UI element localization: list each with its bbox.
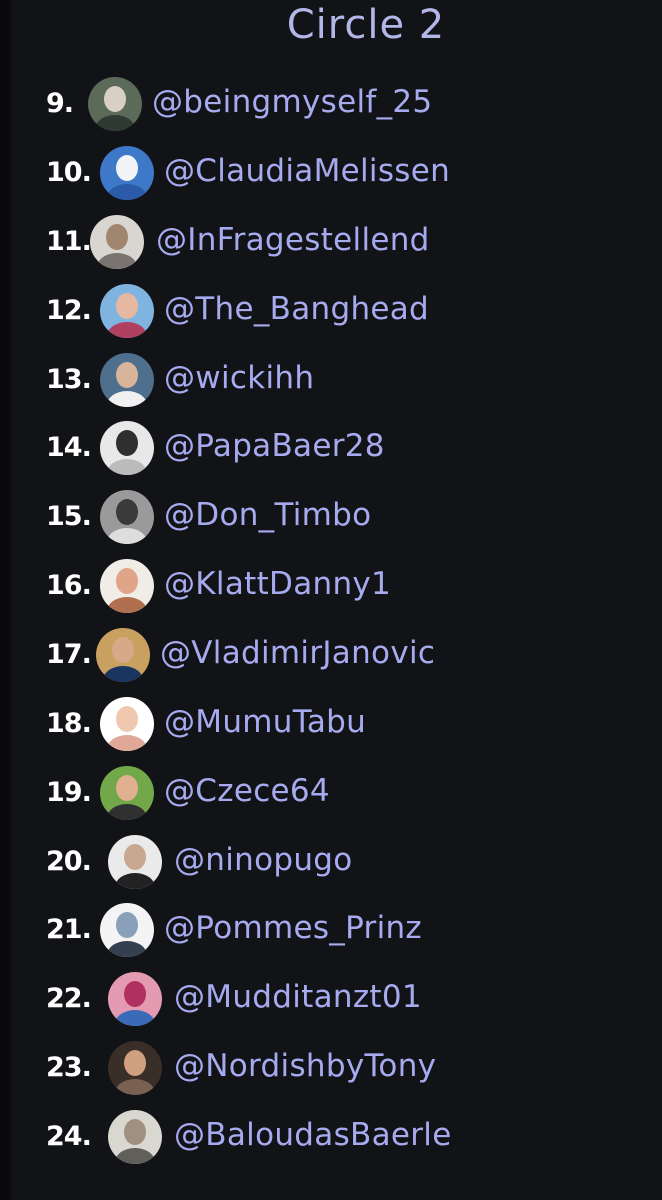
avatar-icon[interactable] bbox=[100, 766, 154, 820]
list-item[interactable]: 12. @The_Banghead bbox=[0, 281, 662, 341]
user-handle-link[interactable]: @Don_Timbo bbox=[164, 497, 371, 533]
avatar-icon[interactable] bbox=[100, 353, 154, 407]
user-handle-link[interactable]: @KlattDanny1 bbox=[164, 566, 391, 602]
list-item[interactable]: 19. @Czece64 bbox=[0, 763, 662, 823]
user-handle-link[interactable]: @PapaBaer28 bbox=[164, 428, 385, 464]
list-item[interactable]: 18. @MumuTabu bbox=[0, 694, 662, 754]
avatar-icon[interactable] bbox=[100, 490, 154, 544]
rank-number: 17. bbox=[46, 639, 92, 670]
list-item[interactable]: 23. @NordishbyTony bbox=[0, 1038, 662, 1098]
rank-number: 14. bbox=[46, 432, 92, 463]
avatar-icon[interactable] bbox=[108, 835, 162, 889]
list-item[interactable]: 21. @Pommes_Prinz bbox=[0, 900, 662, 960]
user-handle-link[interactable]: @Czece64 bbox=[164, 773, 330, 809]
list-item[interactable]: 17. @VladimirJanovic bbox=[0, 625, 662, 685]
user-handle-link[interactable]: @wickihh bbox=[164, 360, 314, 396]
user-handle-link[interactable]: @ninopugo bbox=[174, 842, 353, 878]
rank-number: 24. bbox=[46, 1121, 92, 1152]
avatar-icon[interactable] bbox=[108, 1110, 162, 1164]
avatar-icon[interactable] bbox=[100, 697, 154, 751]
user-handle-link[interactable]: @NordishbyTony bbox=[174, 1048, 436, 1084]
list-item[interactable]: 14. @PapaBaer28 bbox=[0, 418, 662, 478]
list-item[interactable]: 15. @Don_Timbo bbox=[0, 487, 662, 547]
ranking-list: 9. @beingmyself_25 10. @ClaudiaMelissen 11. @… bbox=[0, 0, 662, 1200]
rank-number: 12. bbox=[46, 295, 92, 326]
rank-number: 22. bbox=[46, 983, 92, 1014]
avatar-icon[interactable] bbox=[108, 1041, 162, 1095]
avatar-icon[interactable] bbox=[96, 628, 150, 682]
list-item[interactable]: 10. @ClaudiaMelissen bbox=[0, 143, 662, 203]
avatar-icon[interactable] bbox=[90, 215, 144, 269]
rank-number: 11. bbox=[46, 226, 92, 257]
list-item[interactable]: 22. @Mudditanzt01 bbox=[0, 969, 662, 1029]
user-handle-link[interactable]: @Pommes_Prinz bbox=[164, 910, 422, 946]
rank-number: 21. bbox=[46, 914, 92, 945]
user-handle-link[interactable]: @Mudditanzt01 bbox=[174, 979, 422, 1015]
list-item[interactable]: 20. @ninopugo bbox=[0, 832, 662, 892]
user-handle-link[interactable]: @MumuTabu bbox=[164, 704, 366, 740]
list-item[interactable]: 16. @KlattDanny1 bbox=[0, 556, 662, 616]
rank-number: 10. bbox=[46, 157, 92, 188]
avatar-icon[interactable] bbox=[108, 972, 162, 1026]
user-handle-link[interactable]: @The_Banghead bbox=[164, 291, 429, 327]
user-handle-link[interactable]: @VladimirJanovic bbox=[160, 635, 435, 671]
avatar-icon[interactable] bbox=[100, 559, 154, 613]
user-handle-link[interactable]: @ClaudiaMelissen bbox=[164, 153, 450, 189]
rank-number: 16. bbox=[46, 570, 92, 601]
list-item[interactable]: 11. @InFragestellend bbox=[0, 212, 662, 272]
rank-number: 20. bbox=[46, 846, 92, 877]
rank-number: 13. bbox=[46, 364, 92, 395]
rank-number: 15. bbox=[46, 501, 92, 532]
avatar-icon[interactable] bbox=[100, 284, 154, 338]
rank-number: 9. bbox=[46, 88, 74, 119]
user-handle-link[interactable]: @beingmyself_25 bbox=[152, 84, 432, 120]
avatar-icon[interactable] bbox=[100, 421, 154, 475]
user-handle-link[interactable]: @InFragestellend bbox=[156, 222, 430, 258]
rank-number: 18. bbox=[46, 708, 92, 739]
list-item[interactable]: 13. @wickihh bbox=[0, 350, 662, 410]
avatar-icon[interactable] bbox=[100, 903, 154, 957]
list-item[interactable]: 24. @BaloudasBaerle bbox=[0, 1107, 662, 1167]
rank-number: 19. bbox=[46, 777, 92, 808]
avatar-icon[interactable] bbox=[100, 146, 154, 200]
rank-number: 23. bbox=[46, 1052, 92, 1083]
list-item[interactable]: 9. @beingmyself_25 bbox=[0, 74, 662, 134]
user-handle-link[interactable]: @BaloudasBaerle bbox=[174, 1117, 452, 1153]
avatar-icon[interactable] bbox=[88, 77, 142, 131]
